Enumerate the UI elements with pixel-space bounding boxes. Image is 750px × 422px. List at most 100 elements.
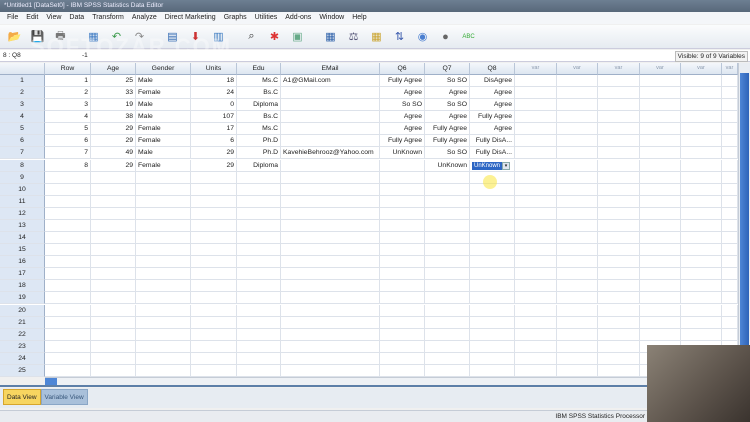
data-cell[interactable]: Diploma (237, 99, 281, 112)
data-cell[interactable] (136, 171, 191, 184)
data-cell[interactable]: Ph.D (237, 147, 281, 160)
data-cell[interactable] (191, 280, 237, 293)
data-cell[interactable] (191, 219, 237, 232)
data-cell[interactable] (722, 195, 738, 208)
data-cell[interactable] (640, 147, 681, 160)
data-cell[interactable]: 19 (91, 99, 136, 112)
data-cell[interactable]: Bs.C (237, 111, 281, 124)
data-cell[interactable] (681, 183, 722, 196)
data-cell[interactable] (722, 111, 738, 124)
data-cell[interactable] (136, 352, 191, 365)
column-header-q6[interactable]: Q6 (380, 63, 425, 75)
data-cell[interactable] (515, 123, 557, 136)
data-cell[interactable]: Agree (425, 87, 470, 100)
data-cell[interactable] (640, 87, 681, 100)
data-cell[interactable] (557, 316, 598, 329)
data-cell[interactable]: Male (136, 111, 191, 124)
data-cell[interactable] (557, 304, 598, 317)
dropdown-arrow-icon[interactable]: ▾ (502, 161, 511, 170)
data-cell[interactable] (640, 75, 681, 87)
data-cell[interactable] (557, 340, 598, 353)
data-cell[interactable] (640, 280, 681, 293)
data-cell[interactable] (598, 304, 640, 317)
data-cell[interactable] (470, 292, 515, 305)
data-cell[interactable] (136, 340, 191, 353)
data-cell[interactable] (425, 352, 470, 365)
data-cell[interactable] (640, 135, 681, 148)
data-cell[interactable]: UnKnown (380, 147, 425, 160)
menu-analyze[interactable]: Analyze (128, 12, 161, 24)
data-cell[interactable] (281, 328, 380, 341)
data-cell[interactable] (136, 364, 191, 377)
column-header-row[interactable]: Row (45, 63, 91, 75)
data-cell[interactable] (91, 316, 136, 329)
data-cell[interactable]: 17 (191, 123, 237, 136)
data-cell[interactable] (237, 340, 281, 353)
data-cell[interactable] (681, 304, 722, 317)
data-cell[interactable] (136, 244, 191, 257)
row-number[interactable]: 19 (0, 292, 45, 305)
data-cell[interactable] (681, 280, 722, 293)
weight-cases-button[interactable]: ⚖ (344, 28, 363, 46)
data-cell[interactable] (557, 159, 598, 172)
data-cell[interactable] (191, 304, 237, 317)
data-cell[interactable] (598, 147, 640, 160)
data-cell[interactable] (237, 195, 281, 208)
data-cell[interactable] (515, 171, 557, 184)
data-cell[interactable] (470, 232, 515, 245)
data-cell[interactable] (380, 280, 425, 293)
data-cell[interactable]: 18 (191, 75, 237, 87)
data-cell[interactable] (722, 99, 738, 112)
data-cell[interactable] (557, 171, 598, 184)
data-cell[interactable] (640, 244, 681, 257)
data-cell[interactable] (191, 268, 237, 281)
data-cell[interactable] (45, 364, 91, 377)
data-cell[interactable] (515, 183, 557, 196)
data-cell[interactable] (515, 87, 557, 100)
menu-utilities[interactable]: Utilities (251, 12, 282, 24)
data-cell[interactable]: 0 (191, 99, 237, 112)
data-cell[interactable] (681, 232, 722, 245)
data-cell[interactable] (515, 256, 557, 269)
data-cell[interactable] (640, 316, 681, 329)
row-number[interactable]: 4 (0, 111, 45, 124)
data-cell[interactable] (722, 232, 738, 245)
data-cell[interactable]: Ms.C (237, 123, 281, 136)
data-cell[interactable]: 25 (91, 75, 136, 87)
data-cell[interactable] (470, 328, 515, 341)
data-cell[interactable] (91, 195, 136, 208)
data-cell[interactable]: Female (136, 87, 191, 100)
data-cell[interactable] (640, 304, 681, 317)
data-cell[interactable] (191, 340, 237, 353)
data-cell[interactable] (722, 316, 738, 329)
data-cell[interactable] (598, 268, 640, 281)
data-cell[interactable] (515, 207, 557, 220)
data-cell[interactable] (681, 111, 722, 124)
column-header-email[interactable]: EMail (281, 63, 380, 75)
row-number[interactable]: 9 (0, 171, 45, 184)
data-cell[interactable] (281, 123, 380, 136)
data-cell[interactable] (380, 268, 425, 281)
data-cell[interactable] (557, 280, 598, 293)
data-cell[interactable] (470, 195, 515, 208)
data-cell[interactable]: Fully Agree (380, 135, 425, 148)
data-cell[interactable] (281, 244, 380, 257)
data-cell[interactable] (681, 123, 722, 136)
data-cell[interactable] (722, 123, 738, 136)
data-cell[interactable] (425, 219, 470, 232)
data-cell[interactable] (515, 268, 557, 281)
data-cell[interactable] (598, 123, 640, 136)
data-cell[interactable] (470, 364, 515, 377)
vertical-scrollbar[interactable] (738, 63, 750, 377)
select-cases-button[interactable]: ▦ (367, 28, 386, 46)
data-cell[interactable] (191, 195, 237, 208)
data-cell[interactable]: 29 (191, 147, 237, 160)
data-cell[interactable] (136, 304, 191, 317)
data-cell[interactable] (380, 195, 425, 208)
data-cell[interactable] (722, 292, 738, 305)
data-cell[interactable] (380, 340, 425, 353)
data-cell[interactable] (598, 364, 640, 377)
data-cell[interactable] (136, 316, 191, 329)
data-grid[interactable]: Row Age Gender Units Edu EMail Q6 Q7 Q8 var var var… (0, 63, 738, 377)
data-cell[interactable] (281, 207, 380, 220)
